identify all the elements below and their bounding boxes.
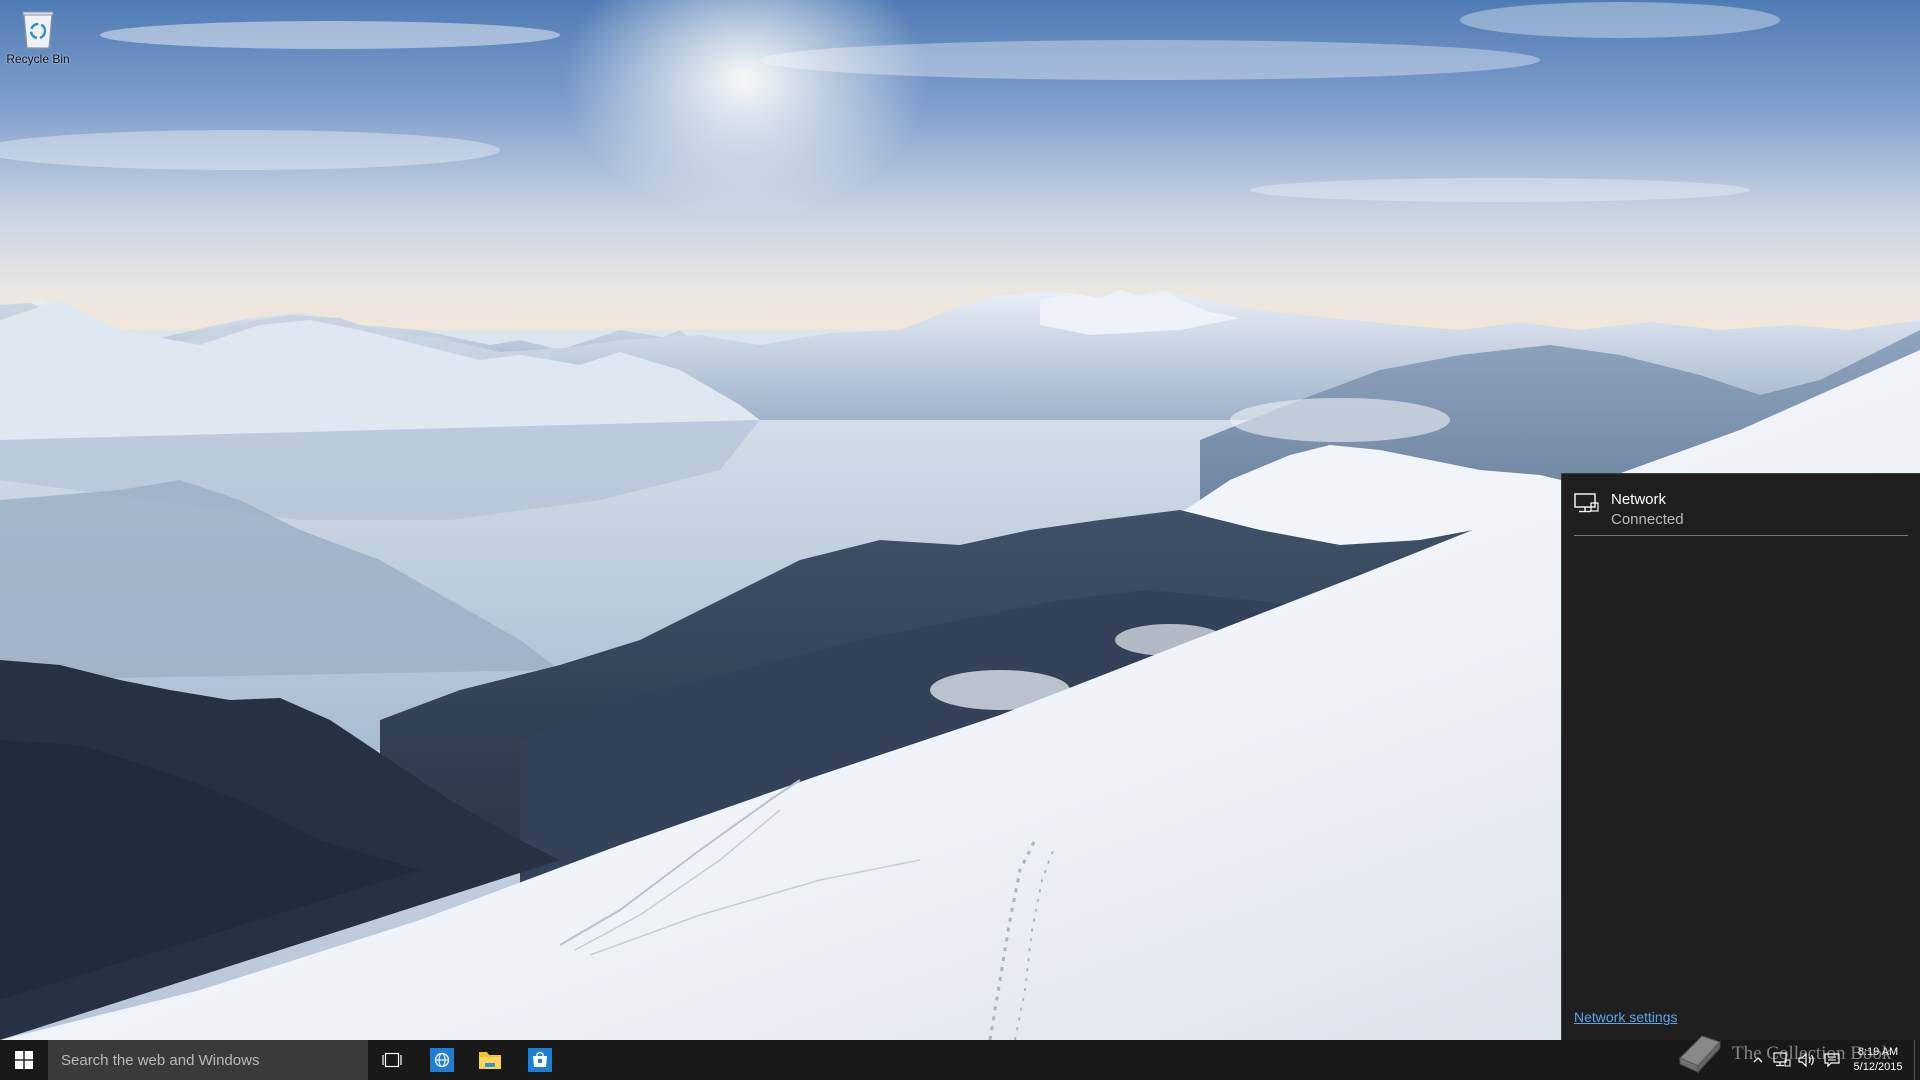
tray-network-button[interactable] — [1770, 1040, 1794, 1080]
task-view-button[interactable] — [368, 1040, 416, 1080]
network-status: Connected — [1611, 511, 1684, 528]
flyout-divider — [1574, 535, 1908, 536]
windows-logo-icon — [15, 1051, 33, 1069]
network-icon — [1773, 1052, 1791, 1067]
network-entry[interactable]: Network Connected — [1574, 483, 1908, 535]
tray-action-center-button[interactable] — [1820, 1040, 1844, 1080]
show-desktop-button[interactable] — [1914, 1040, 1920, 1080]
clock-date: 5/12/2015 — [1853, 1061, 1903, 1073]
search-input[interactable] — [59, 1050, 363, 1070]
task-view-icon — [382, 1052, 402, 1068]
start-button[interactable] — [0, 1040, 48, 1080]
taskbar-store-button[interactable] — [516, 1040, 564, 1080]
recycle-bin-shortcut[interactable]: Recycle Bin — [4, 6, 72, 66]
taskbar-browser-button[interactable] — [418, 1040, 466, 1080]
clock-time: 8:19 AM — [1857, 1046, 1899, 1058]
browser-globe-icon — [430, 1048, 454, 1072]
network-settings-link[interactable]: Network settings — [1574, 1009, 1677, 1025]
taskbar: 8:19 AM 5/12/2015 — [0, 1040, 1920, 1080]
taskbar-clock[interactable]: 8:19 AM 5/12/2015 — [1845, 1040, 1911, 1080]
chevron-up-icon — [1753, 1057, 1763, 1063]
recycle-bin-label: Recycle Bin — [6, 52, 70, 66]
taskbar-file-explorer-button[interactable] — [466, 1040, 514, 1080]
wired-network-icon — [1574, 492, 1600, 514]
action-center-icon — [1824, 1053, 1840, 1068]
store-bag-icon — [528, 1048, 552, 1072]
volume-icon — [1798, 1052, 1814, 1068]
network-name: Network — [1611, 491, 1667, 508]
folder-icon — [479, 1052, 501, 1069]
taskbar-search-box[interactable] — [48, 1040, 368, 1080]
tray-volume-button[interactable] — [1795, 1040, 1819, 1080]
show-hidden-icons-button[interactable] — [1750, 1040, 1766, 1080]
recycle-bin-icon — [18, 6, 58, 50]
network-flyout: Network Connected Network settings — [1561, 473, 1920, 1040]
